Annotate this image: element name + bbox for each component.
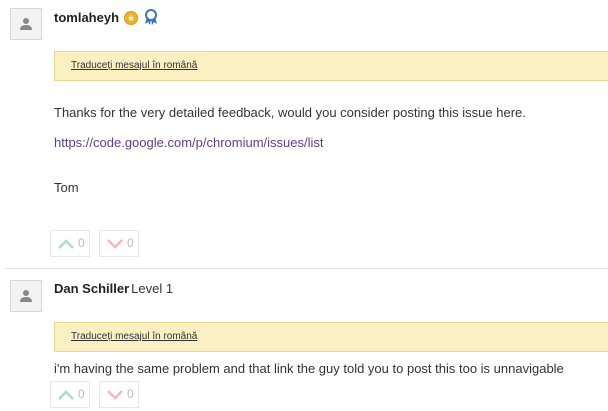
person-silhouette-icon — [20, 290, 32, 302]
downvote-count: 0 — [127, 387, 134, 401]
chevron-up-icon — [58, 390, 74, 400]
translate-message-link[interactable]: Traduceți mesajul în română — [71, 331, 197, 342]
upvote-count: 0 — [78, 387, 85, 401]
avatar[interactable] — [10, 8, 42, 40]
downvote-button[interactable]: 0 — [99, 230, 139, 257]
star-badge-icon: ★ — [124, 11, 138, 25]
author-name[interactable]: Dan Schiller — [54, 281, 129, 296]
ribbon-badge-icon — [145, 9, 157, 25]
post-author: tomlaheyh — [54, 10, 119, 25]
post-author: Dan Schiller Level 1 — [54, 281, 173, 296]
upvote-button[interactable]: 0 — [50, 381, 90, 408]
chevron-down-icon — [107, 239, 123, 249]
author-level: Level 1 — [131, 281, 174, 296]
post-divider — [5, 268, 608, 269]
issue-tracker-link[interactable]: https://code.google.com/p/chromium/issue… — [54, 135, 324, 150]
message-paragraph: Thanks for the very detailed feedback, w… — [54, 105, 526, 120]
translate-bar: Traduceți mesajul în română — [54, 51, 608, 81]
person-silhouette-icon — [20, 18, 32, 30]
message-paragraph: i'm having the same problem and that lin… — [54, 361, 564, 376]
downvote-button[interactable]: 0 — [99, 381, 139, 408]
avatar[interactable] — [10, 280, 42, 312]
translate-message-link[interactable]: Traduceți mesajul în română — [71, 60, 197, 71]
chevron-down-icon — [107, 390, 123, 400]
translate-bar: Traduceți mesajul în română — [54, 322, 608, 352]
chevron-up-icon — [58, 239, 74, 249]
author-name[interactable]: tomlaheyh — [54, 10, 119, 25]
upvote-button[interactable]: 0 — [50, 230, 90, 257]
thread-page: tomlaheyh ★ Traduceți mesajul în română … — [0, 0, 608, 411]
message-signature: Tom — [54, 180, 79, 195]
downvote-count: 0 — [127, 236, 134, 250]
upvote-count: 0 — [78, 236, 85, 250]
